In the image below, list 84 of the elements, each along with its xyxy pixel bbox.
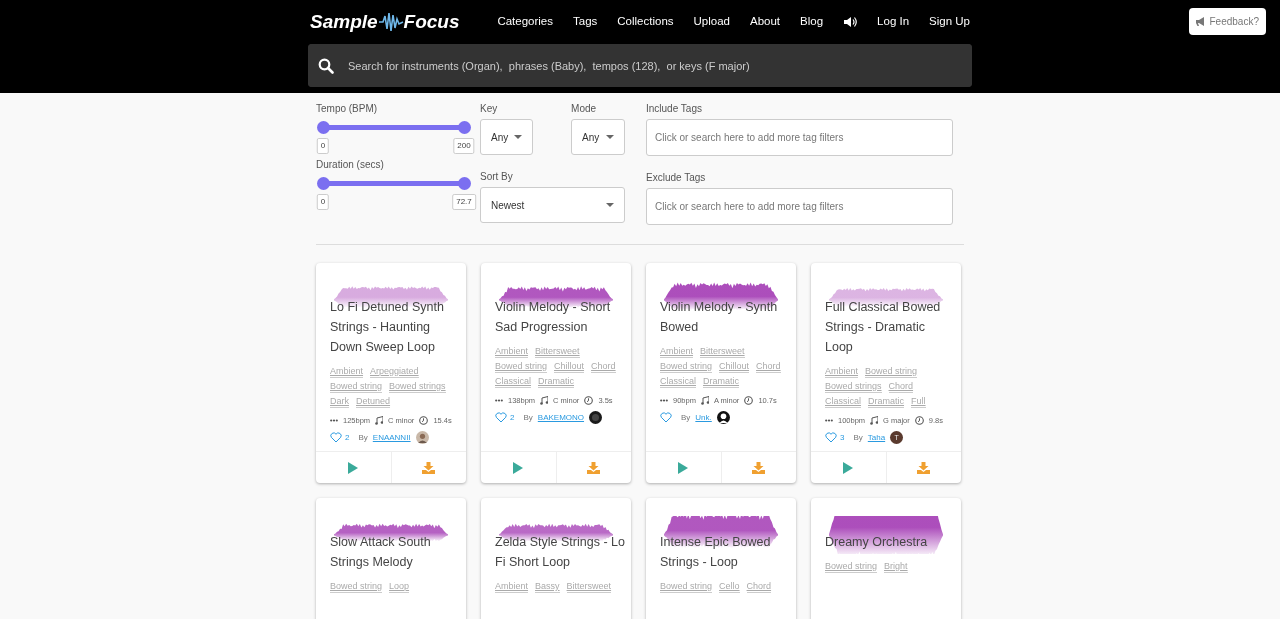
tag-link[interactable]: Dramatic bbox=[868, 395, 905, 408]
author-link[interactable]: Unk. bbox=[695, 411, 712, 424]
author-link[interactable]: ENAANNII bbox=[372, 431, 411, 444]
like-count: 2 bbox=[510, 411, 515, 424]
tag-link[interactable]: Classical bbox=[495, 375, 531, 388]
tag-link[interactable]: Ambient bbox=[495, 580, 529, 593]
tag-link[interactable]: Loop bbox=[389, 580, 410, 593]
tag-link[interactable]: Chord bbox=[888, 380, 914, 393]
tag-link[interactable]: Detuned bbox=[356, 395, 391, 408]
dropdown[interactable]: Any bbox=[480, 119, 534, 155]
tag-link[interactable]: Classical bbox=[660, 375, 696, 388]
logo-text[interactable]: Focus bbox=[403, 7, 460, 37]
slider-value: 0 bbox=[316, 138, 330, 154]
tag-link[interactable]: Chillout bbox=[554, 360, 585, 373]
tag-link[interactable]: Full bbox=[911, 395, 926, 408]
nav-link[interactable]: Log In bbox=[877, 13, 910, 31]
tag-link[interactable]: Arpeggiated bbox=[370, 365, 419, 378]
sample-title[interactable]: Intense Epic Bowed Strings - Loop bbox=[646, 498, 796, 572]
tag-link[interactable]: Chillout bbox=[719, 360, 750, 373]
field-label: Tempo (BPM) bbox=[316, 102, 379, 116]
tag-link[interactable]: Chord bbox=[591, 360, 616, 373]
feedback-button[interactable]: Feedback? bbox=[1188, 8, 1266, 35]
by-text: By bbox=[681, 411, 691, 424]
tag-link[interactable]: Bassy bbox=[535, 580, 560, 593]
field-label: Exclude Tags bbox=[646, 171, 707, 185]
sample-title[interactable]: Full Classical Bowed Strings - Dramatic Loop bbox=[811, 263, 961, 357]
logo-text[interactable]: Sample bbox=[310, 7, 378, 37]
field-label: Sort By bbox=[480, 170, 514, 184]
tag-link[interactable]: Bowed string bbox=[660, 580, 713, 593]
tag-link[interactable]: Ambient bbox=[825, 365, 859, 378]
tag-link[interactable]: Bowed string bbox=[865, 365, 918, 378]
sample-title[interactable]: Lo Fi Detuned Synth Strings - Haunting Down Sweep Loop bbox=[316, 263, 466, 357]
tag-link[interactable]: Chord bbox=[756, 360, 781, 373]
field-label: Key bbox=[480, 102, 499, 116]
author-link[interactable]: Taha bbox=[867, 431, 886, 444]
sample-title[interactable]: Violin Melody - Synth Bowed bbox=[646, 263, 796, 337]
sample-title[interactable]: Zelda Style Strings - Lo Fi Short Loop bbox=[481, 498, 631, 572]
nav-link[interactable]: About bbox=[750, 13, 781, 31]
nav-link[interactable]: Categories bbox=[497, 13, 553, 31]
nav-link[interactable]: Tags bbox=[573, 13, 598, 31]
tag-link[interactable]: Bittersweet bbox=[700, 345, 745, 358]
tag-link[interactable]: Bowed string bbox=[330, 580, 383, 593]
tag-link[interactable]: Bittersweet bbox=[566, 580, 612, 593]
sample-title[interactable]: Dreamy Orchestra bbox=[811, 498, 961, 552]
tag-link[interactable]: Classical bbox=[825, 395, 861, 408]
tag-link[interactable]: Bowed string bbox=[825, 560, 878, 573]
by-text: By bbox=[358, 431, 368, 444]
dropdown[interactable]: Newest bbox=[480, 187, 625, 223]
slider-value: 200 bbox=[453, 138, 475, 154]
author-link[interactable]: BAKEMONO bbox=[537, 411, 585, 424]
dropdown[interactable]: Any bbox=[571, 119, 625, 155]
slider-value: 0 bbox=[316, 194, 330, 210]
tag-link[interactable]: Dark bbox=[330, 395, 349, 408]
tag-link[interactable]: Bowed string bbox=[330, 380, 383, 393]
by-text: By bbox=[853, 431, 863, 444]
tag-link[interactable]: Bittersweet bbox=[535, 345, 580, 358]
nav-link[interactable]: Collections bbox=[617, 13, 674, 31]
tag-link[interactable]: Dramatic bbox=[703, 375, 740, 388]
nav-link[interactable]: Sign Up bbox=[929, 13, 970, 31]
tag-link[interactable]: Ambient bbox=[660, 345, 694, 358]
search-field[interactable]: Search for instruments (Organ), phrases (Baby), tempos (128), or keys (F major) bbox=[308, 44, 972, 87]
tag-link[interactable]: Bowed strings bbox=[389, 380, 446, 393]
like-count: 2 bbox=[345, 431, 350, 444]
tag-link[interactable]: Cello bbox=[719, 580, 740, 593]
tag-filter-field[interactable]: Click or search here to add more tag filters bbox=[646, 188, 953, 225]
field-label: Duration (secs) bbox=[316, 158, 385, 172]
field-label: Include Tags bbox=[646, 102, 703, 116]
tag-link[interactable]: Ambient bbox=[330, 365, 364, 378]
sample-title[interactable]: Violin Melody - Short Sad Progression bbox=[481, 263, 631, 337]
nav-link[interactable]: Upload bbox=[693, 13, 730, 31]
nav-link[interactable]: Blog bbox=[800, 13, 824, 31]
tag-link[interactable]: Bowed string bbox=[495, 360, 548, 373]
slider-value: 72.7 bbox=[452, 194, 476, 210]
like-count: 3 bbox=[840, 431, 845, 444]
tag-link[interactable]: Dramatic bbox=[538, 375, 575, 388]
tag-link[interactable]: Ambient bbox=[495, 345, 529, 358]
tag-link[interactable]: Bright bbox=[884, 560, 908, 573]
tag-link[interactable]: Bowed string bbox=[660, 360, 713, 373]
field-label: Mode bbox=[571, 102, 598, 116]
tag-link[interactable]: Bowed strings bbox=[825, 380, 882, 393]
tag-filter-field[interactable]: Click or search here to add more tag filters bbox=[646, 119, 953, 156]
sample-title[interactable]: Slow Attack South Strings Melody bbox=[316, 498, 466, 572]
by-text: By bbox=[523, 411, 533, 424]
tag-link[interactable]: Chord bbox=[746, 580, 772, 593]
